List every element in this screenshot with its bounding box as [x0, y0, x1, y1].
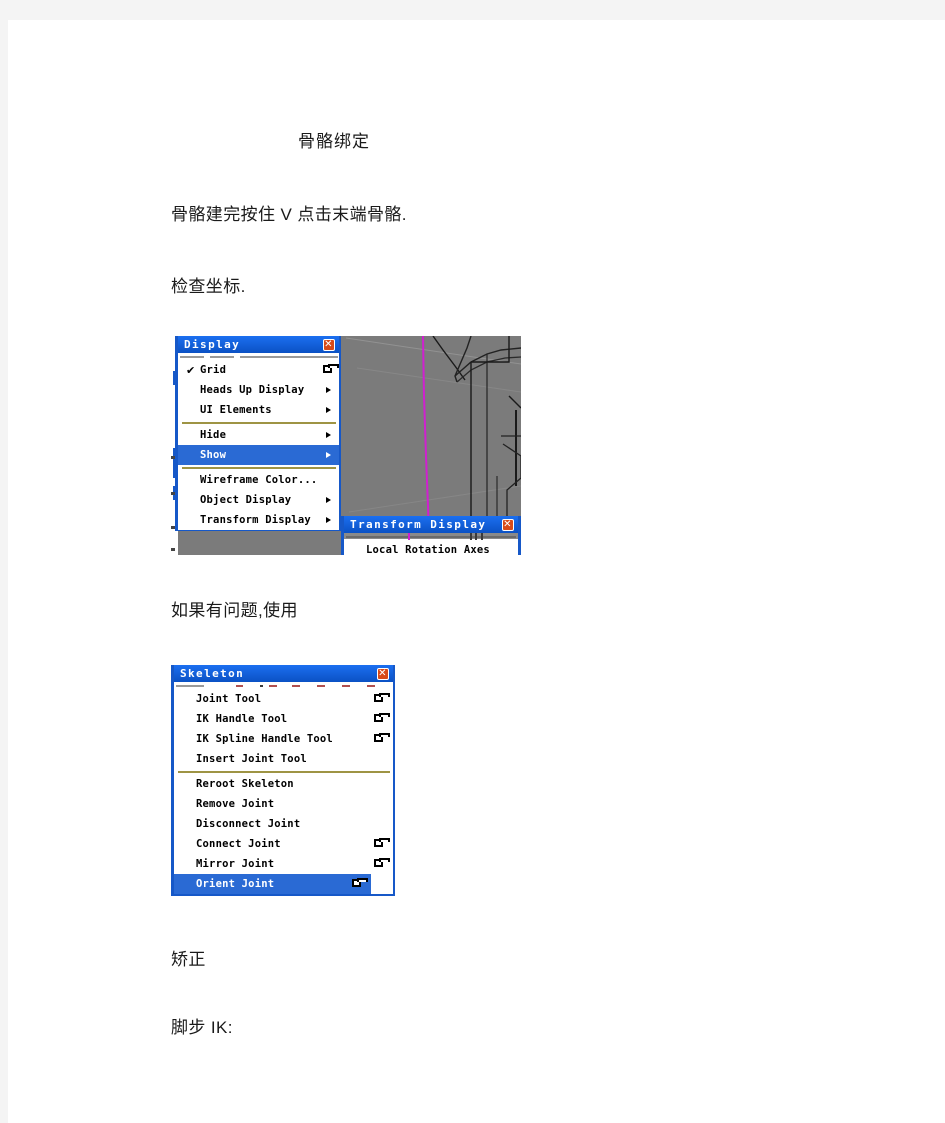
menu-item-connect-joint[interactable]: Connect Joint — [174, 834, 393, 854]
menu-item-label: Orient Joint — [196, 878, 275, 890]
menu-item-remove-joint[interactable]: Remove Joint — [174, 794, 393, 814]
menu-item-orient-joint[interactable]: Orient Joint — [174, 874, 371, 894]
chevron-right-icon — [326, 497, 331, 503]
menu-item-show[interactable]: Show — [178, 445, 339, 465]
paragraph-5: 脚步 IK: — [171, 1018, 233, 1037]
menu-item-mirror-joint[interactable]: Mirror Joint — [174, 854, 393, 874]
option-box-icon[interactable] — [374, 693, 390, 702]
skeleton-menu-window[interactable]: Skeleton ✕ Joint Tool IK Handle Tool IK … — [171, 665, 395, 896]
transform-display-titlebar[interactable]: Transform Display ✕ — [344, 516, 518, 533]
menu-item-heads-up-display[interactable]: Heads Up Display — [178, 380, 339, 400]
display-menu-window[interactable]: Display ✕ ✔ Grid Heads Up Display UI Ele… — [175, 336, 341, 531]
menu-item-reroot-skeleton[interactable]: Reroot Skeleton — [174, 774, 393, 794]
chevron-right-icon — [326, 387, 331, 393]
screenshot-display-menu: Display ✕ ✔ Grid Heads Up Display UI Ele… — [171, 336, 521, 555]
chevron-right-icon — [326, 432, 331, 438]
menu-item-label: Remove Joint — [196, 798, 275, 810]
display-menu-title: Display — [184, 338, 241, 351]
display-menu-titlebar[interactable]: Display ✕ — [178, 336, 339, 353]
menu-item-label: Hide — [200, 429, 227, 441]
menu-item-label: Object Display — [200, 494, 292, 506]
tearoff-handle[interactable] — [178, 353, 339, 360]
check-icon: ✔ — [186, 364, 196, 377]
menu-item-wireframe-color[interactable]: Wireframe Color... — [178, 470, 339, 490]
skeleton-menu-title: Skeleton — [180, 667, 245, 680]
menu-item-local-rotation-axes[interactable]: Local Rotation Axes — [344, 540, 518, 555]
option-box-icon[interactable] — [374, 838, 390, 847]
menu-item-joint-tool[interactable]: Joint Tool — [174, 689, 393, 709]
menu-item-label: UI Elements — [200, 404, 272, 416]
paragraph-1: 骨骼建完按住 V 点击末端骨骼. — [171, 205, 407, 224]
chevron-right-icon — [326, 452, 331, 458]
paragraph-4: 矫正 — [171, 950, 206, 969]
menu-item-label: Show — [200, 449, 227, 461]
menu-item-label: IK Handle Tool — [196, 713, 288, 725]
option-box-icon[interactable] — [352, 878, 368, 887]
close-icon[interactable]: ✕ — [502, 518, 514, 531]
transform-display-window[interactable]: Transform Display ✕ Local Rotation Axes — [341, 516, 521, 555]
menu-item-label: Insert Joint Tool — [196, 753, 307, 765]
close-icon[interactable]: ✕ — [377, 667, 389, 680]
document-page: 骨骼绑定 骨骼建完按住 V 点击末端骨骼. 检查坐标. 如果有问题,使用 矫正 … — [8, 20, 945, 1123]
tearoff-handle[interactable] — [174, 682, 393, 689]
chevron-right-icon — [326, 407, 331, 413]
menu-item-ik-spline-handle-tool[interactable]: IK Spline Handle Tool — [174, 729, 393, 749]
menu-item-label: Heads Up Display — [200, 384, 305, 396]
close-icon[interactable]: ✕ — [323, 338, 335, 351]
menu-item-label: Local Rotation Axes — [366, 544, 490, 555]
skeleton-menu-titlebar[interactable]: Skeleton ✕ — [174, 665, 393, 682]
viewport-bleed-magenta — [408, 533, 410, 540]
menu-item-label: Connect Joint — [196, 838, 281, 850]
menu-item-grid[interactable]: ✔ Grid — [178, 360, 339, 380]
paragraph-2: 检查坐标. — [171, 277, 246, 296]
menu-item-ik-handle-tool[interactable]: IK Handle Tool — [174, 709, 393, 729]
menu-item-label: Joint Tool — [196, 693, 262, 705]
menu-item-insert-joint-tool[interactable]: Insert Joint Tool — [174, 749, 393, 769]
menu-item-label: Transform Display — [200, 514, 311, 526]
option-box-icon[interactable] — [374, 733, 390, 742]
option-box-icon[interactable] — [374, 858, 390, 867]
menu-item-object-display[interactable]: Object Display — [178, 490, 339, 510]
viewport-bleed-bars — [470, 533, 484, 540]
menu-item-label: Mirror Joint — [196, 858, 275, 870]
transform-display-title: Transform Display — [350, 518, 487, 531]
tearoff-handle[interactable] — [344, 533, 518, 540]
paragraph-3: 如果有问题,使用 — [171, 601, 298, 620]
menu-item-ui-elements[interactable]: UI Elements — [178, 400, 339, 420]
menu-item-label: Wireframe Color... — [200, 474, 318, 486]
menu-item-transform-display[interactable]: Transform Display — [178, 510, 339, 530]
menu-item-label: Reroot Skeleton — [196, 778, 294, 790]
chevron-right-icon — [326, 517, 331, 523]
menu-item-label: Grid — [200, 364, 227, 376]
option-box-icon[interactable] — [323, 364, 339, 373]
option-box-icon[interactable] — [374, 713, 390, 722]
menu-item-label: IK Spline Handle Tool — [196, 733, 333, 745]
menu-item-disconnect-joint[interactable]: Disconnect Joint — [174, 814, 393, 834]
menu-item-label: Disconnect Joint — [196, 818, 301, 830]
menu-item-hide[interactable]: Hide — [178, 425, 339, 445]
page-title: 骨骼绑定 — [298, 132, 370, 151]
screenshot-skeleton-menu: Skeleton ✕ Joint Tool IK Handle Tool IK … — [171, 665, 395, 902]
